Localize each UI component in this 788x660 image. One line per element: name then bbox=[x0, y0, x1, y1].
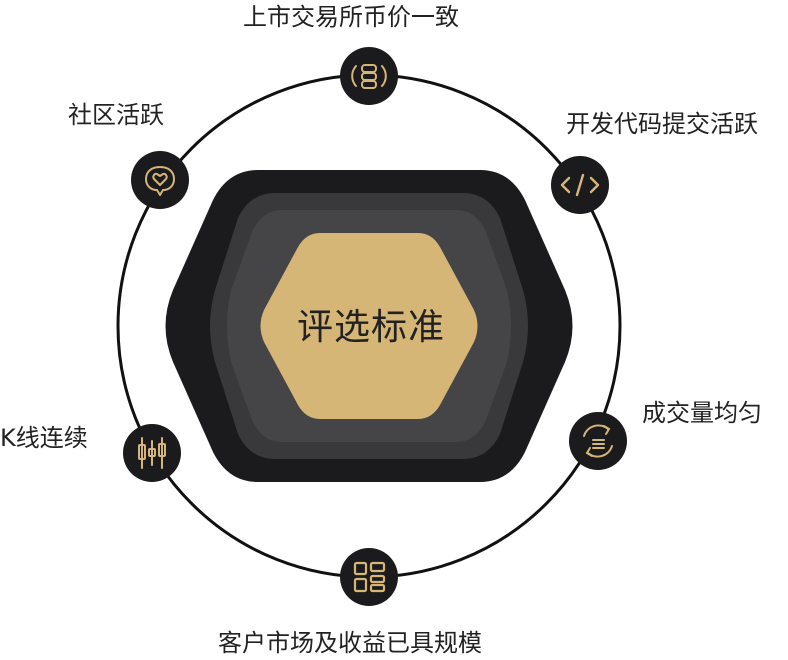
node-volume bbox=[569, 412, 627, 470]
label-price-consistency: 上市交易所币价一致 bbox=[243, 3, 459, 31]
node-community bbox=[131, 151, 189, 209]
candlestick-icon bbox=[138, 437, 166, 469]
node-code bbox=[551, 156, 609, 214]
node-grid bbox=[340, 548, 398, 606]
center-title: 评选标准 bbox=[296, 307, 445, 348]
label-community-active: 社区活跃 bbox=[68, 101, 164, 129]
label-volume-even: 成交量均匀 bbox=[642, 399, 762, 427]
node-candlestick bbox=[123, 424, 181, 482]
label-kline-continuous: K线连续 bbox=[0, 424, 88, 452]
label-code-activity: 开发代码提交活跃 bbox=[566, 110, 758, 138]
label-market-scale: 客户市场及收益已具规模 bbox=[218, 629, 482, 657]
node-coin-stack bbox=[340, 47, 398, 105]
